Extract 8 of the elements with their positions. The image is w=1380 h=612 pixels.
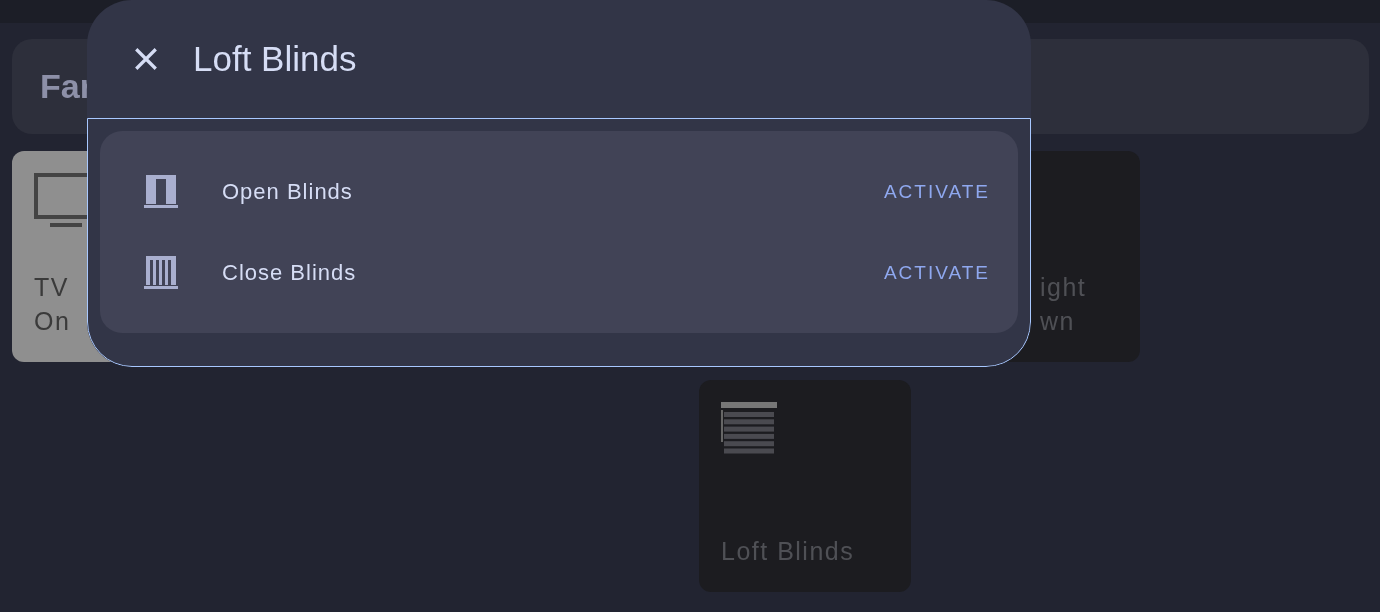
open-blinds-icon — [144, 175, 178, 208]
closed-blinds-icon — [144, 256, 178, 289]
action-label: Close Blinds — [222, 259, 358, 286]
dialog-title: Loft Blinds — [193, 39, 357, 79]
tile-label: TV On — [34, 272, 71, 337]
action-label: Open Blinds — [222, 178, 354, 205]
window-blinds-icon — [721, 402, 777, 454]
panel-title: Far — [40, 67, 93, 106]
